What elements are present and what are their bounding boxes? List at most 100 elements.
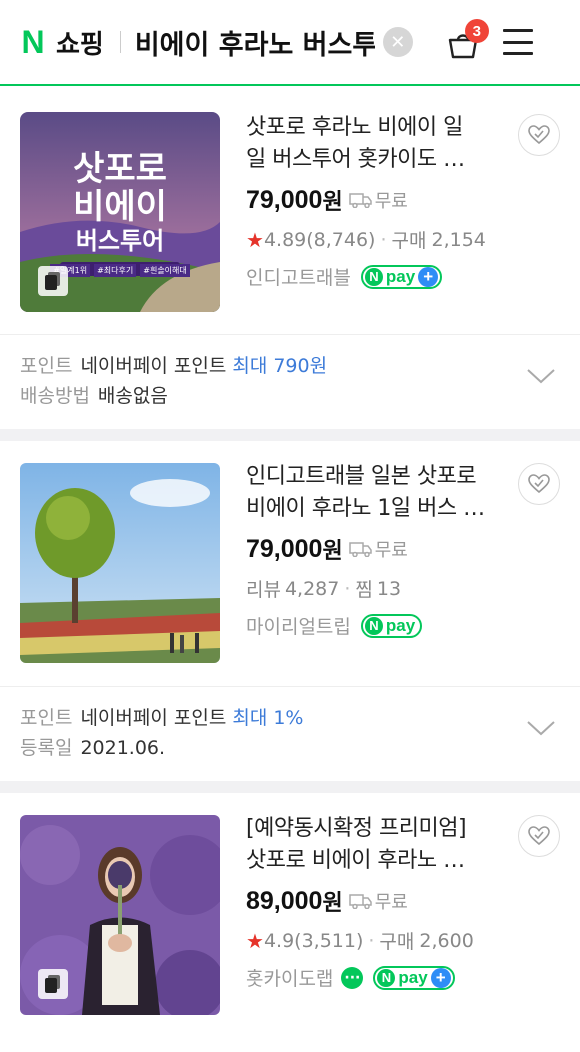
product-title-line: 삿포로 비에이 후라노 …: [246, 848, 465, 873]
point-line: 포인트 네이버페이 포인트 최대 1%: [20, 703, 580, 733]
search-query-field[interactable]: 비에이 후라노 버스투어: [135, 23, 375, 62]
zzim-count: 13: [376, 577, 402, 600]
purchase-count: 2,600: [419, 929, 474, 952]
section-gap: [0, 781, 580, 793]
product-price: 89,000: [246, 886, 323, 915]
app-header: N 쇼핑 비에이 후라노 버스투어 ✕ 3: [0, 0, 580, 86]
detail-label: 포인트: [20, 707, 73, 729]
npay-badge: N pay +: [373, 965, 455, 990]
heart-icon: [528, 826, 550, 846]
npay-text: pay: [385, 266, 416, 286]
naver-logo[interactable]: N: [18, 26, 48, 58]
header-divider: [119, 31, 121, 53]
rating-value: 4.9: [263, 929, 295, 952]
product-detail-row[interactable]: 포인트 네이버페이 포인트 최대 1% 등록일 2021.06.: [0, 686, 580, 780]
star-icon: ★: [246, 928, 264, 953]
price-row: 79,000 원 무료: [246, 533, 506, 565]
multi-image-icon: [38, 266, 68, 296]
detail-value: 배송없음: [97, 385, 168, 407]
image-subheadline: 버스투어: [75, 227, 165, 255]
menu-icon-bar: [502, 40, 533, 44]
review-count[interactable]: (8,746): [306, 229, 375, 251]
rating-row: ★ 4.9 (3,511) · 구매 2,600: [246, 927, 506, 954]
shipping-info: 무료: [348, 536, 408, 562]
product-card[interactable]: 삿포로 비에이 버스투어 #일계1위 #최다후기 #흰솔이해대 삿포로 후라노 …: [0, 88, 580, 333]
shipping-label: 무료: [374, 540, 408, 561]
image-tag: #흰솔이해대: [140, 264, 190, 277]
price-unit: 원: [322, 190, 343, 215]
cart-count-badge: 3: [464, 19, 489, 43]
multi-image-icon: [38, 969, 68, 999]
chevron-down-icon[interactable]: [526, 367, 556, 385]
heart-icon: [528, 474, 550, 494]
truck-icon: [348, 542, 372, 557]
detail-value: 네이버페이 포인트: [80, 707, 227, 729]
menu-button[interactable]: [502, 29, 533, 55]
seller-name[interactable]: 마이리얼트립: [246, 612, 351, 639]
npay-n-icon: N: [377, 968, 396, 987]
meta-dot: ·: [368, 929, 375, 952]
seller-row: 인디고트래블 N pay +: [246, 263, 506, 290]
product-title-line: 삿포로 후라노 비에이 일: [246, 115, 463, 140]
rating-value: 4.89: [263, 228, 307, 251]
npay-badge: N pay: [360, 613, 423, 638]
purchase-count: 2,154: [431, 228, 486, 251]
cart-button[interactable]: 3: [447, 19, 489, 59]
image-headline: 비에이: [73, 187, 167, 227]
menu-icon-bar: [502, 52, 533, 55]
heart-icon: [528, 125, 550, 145]
shipping-label: 무료: [374, 892, 408, 913]
review-label: 리뷰: [246, 579, 281, 601]
review-count[interactable]: 4,287: [285, 578, 339, 600]
product-title-line: 일 버스투어 홋카이도 …: [246, 147, 465, 172]
image-tag: #최다후기: [94, 264, 137, 277]
product-title-line: 인디고트래블 일본 삿포로: [246, 464, 477, 489]
product-info: 삿포로 후라노 비에이 일 일 버스투어 홋카이도 … 79,000 원 무료 …: [246, 112, 506, 290]
product-title[interactable]: 인디고트래블 일본 삿포로 비에이 후라노 1일 버스 …: [246, 461, 506, 525]
price-row: 79,000 원 무료: [246, 184, 506, 216]
purchase-label: 구매: [391, 230, 427, 252]
star-icon: ★: [246, 227, 264, 252]
price-unit: 원: [322, 891, 343, 916]
meta-dot: ·: [344, 577, 351, 600]
product-price: 79,000: [246, 185, 323, 214]
chevron-down-icon[interactable]: [526, 719, 556, 737]
shipping-info: 무료: [348, 888, 408, 914]
npay-plus-icon: +: [418, 266, 439, 287]
shipping-info: 무료: [348, 187, 408, 213]
heart-button[interactable]: [518, 815, 560, 857]
delivery-line: 배송방법 배송없음: [20, 381, 580, 411]
product-info: 인디고트래블 일본 삿포로 비에이 후라노 1일 버스 … 79,000 원 무…: [246, 461, 506, 639]
heart-button[interactable]: [518, 114, 560, 156]
menu-icon: [502, 29, 533, 32]
review-count[interactable]: (3,511): [294, 930, 363, 952]
product-card[interactable]: 인디고트래블 일본 삿포로 비에이 후라노 1일 버스 … 79,000 원 무…: [0, 441, 580, 686]
truck-icon: [348, 193, 372, 208]
talk-icon[interactable]: ···: [341, 966, 364, 989]
product-detail-row[interactable]: 포인트 네이버페이 포인트 최대 790원 배송방법 배송없음: [0, 334, 580, 428]
seller-name[interactable]: 홋카이도랩: [246, 964, 333, 991]
clear-search-button[interactable]: ✕: [382, 27, 413, 57]
price-row: 89,000 원 무료: [246, 885, 506, 917]
product-image[interactable]: 삿포로 비에이 버스투어 #일계1위 #최다후기 #흰솔이해대: [20, 112, 220, 312]
npay-n-icon: N: [364, 616, 383, 635]
clear-icon: ✕: [390, 31, 406, 53]
truck-icon: [348, 894, 372, 909]
review-row: 리뷰 4,287 · 찜 13: [246, 575, 506, 602]
product-card[interactable]: [예약동시확정 프리미엄] 삿포로 비에이 후라노 … 89,000 원 무료 …: [0, 793, 580, 1052]
product-title-line: [예약동시확정 프리미엄]: [246, 816, 467, 841]
product-title[interactable]: 삿포로 후라노 비에이 일 일 버스투어 홋카이도 …: [246, 112, 506, 176]
product-title-line: 비에이 후라노 1일 버스 …: [246, 496, 485, 521]
heart-button[interactable]: [518, 463, 560, 505]
npay-plus-icon: +: [430, 967, 451, 988]
product-image[interactable]: [20, 463, 220, 663]
image-headline: 삿포로: [73, 149, 167, 189]
npay-text: pay: [398, 967, 428, 987]
seller-name[interactable]: 인디고트래블: [246, 263, 351, 290]
product-title[interactable]: [예약동시확정 프리미엄] 삿포로 비에이 후라노 …: [246, 813, 506, 877]
seller-row: 홋카이도랩 ··· N pay +: [246, 964, 506, 991]
seller-row: 마이리얼트립 N pay: [246, 612, 506, 639]
product-image[interactable]: [20, 815, 220, 1015]
purchase-label: 구매: [379, 931, 415, 953]
shopping-brand-link[interactable]: 쇼핑: [56, 24, 104, 61]
